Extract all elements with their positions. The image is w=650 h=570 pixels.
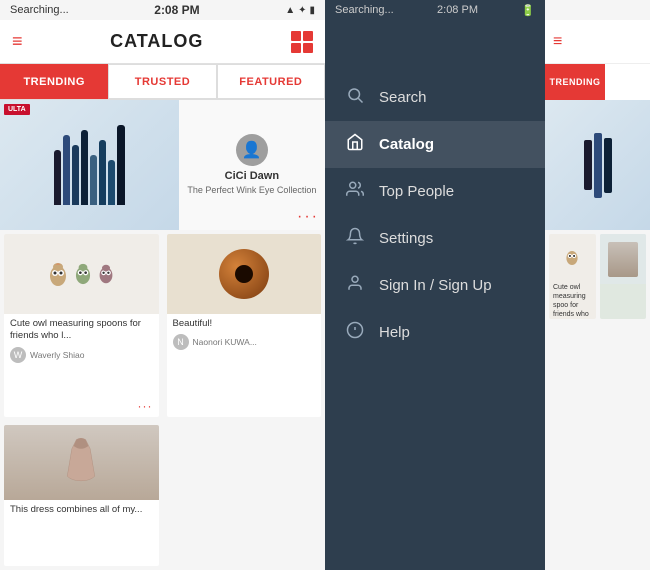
peek-banner	[545, 100, 650, 230]
product-title-speaker: Beautiful!	[173, 318, 316, 330]
bell-icon	[345, 227, 365, 250]
drawer-label-signin: Sign In / Sign Up	[379, 277, 492, 294]
product-card-owls[interactable]: Cute owl measuring spoons for friends wh…	[4, 234, 159, 417]
drawer-item-catalog[interactable]: Catalog	[325, 121, 545, 168]
drawer-item-help[interactable]: Help	[325, 309, 545, 356]
navigation-drawer: Searching... 2:08 PM 🔋 Search	[325, 0, 545, 570]
left-status-bar: Searching... 2:08 PM ▲ ✦ ▮	[0, 0, 325, 20]
drawer-label-settings: Settings	[379, 230, 433, 247]
drawer-label-top-people: Top People	[379, 183, 454, 200]
drawer-status-battery: 🔋	[521, 4, 535, 17]
peek-card-owls-text: Cute owl measuring spoo for friends who …	[549, 279, 596, 319]
peek-tab-bar: TRENDING	[545, 64, 650, 100]
drawer-item-settings[interactable]: Settings	[325, 215, 545, 262]
user-avatar-naonori: N	[173, 334, 189, 350]
drawer-status-time: 2:08 PM	[437, 4, 478, 16]
person-icon	[345, 274, 365, 297]
product-grid: Cute owl measuring spoons for friends wh…	[0, 230, 325, 570]
drawer-status-signal: Searching...	[335, 4, 394, 16]
owl-icon-2	[74, 263, 92, 285]
info-icon	[345, 321, 365, 344]
drawer-item-signin[interactable]: Sign In / Sign Up	[325, 262, 545, 309]
drawer-item-search[interactable]: Search	[325, 74, 545, 121]
peek-tab-label: TRENDING	[550, 77, 601, 87]
product-user-speaker: N Naonori KUWA...	[173, 334, 316, 354]
hamburger-icon[interactable]: ≡	[12, 31, 23, 52]
tab-bar: TRENDING TRUSTED FEATURED	[0, 64, 325, 100]
left-status-battery: ▲ ✦ ▮	[285, 5, 315, 16]
drawer-label-search: Search	[379, 89, 427, 106]
peek-card-owls: Cute owl measuring spoo for friends who …	[549, 234, 596, 319]
grid-view-icon[interactable]	[291, 31, 313, 53]
home-icon	[345, 133, 365, 156]
peek-tab-trending: TRENDING	[545, 64, 605, 100]
banner-avatar: 👤	[236, 134, 268, 166]
right-panel: Searching... 2:08 PM 🔋 Search	[325, 0, 650, 570]
product-info-dress: This dress combines all of my...	[4, 500, 159, 520]
app-peek-panel: ≡ TRENDING	[545, 0, 650, 570]
drawer-menu: Search Catalog	[325, 64, 545, 570]
product-image-dress	[4, 425, 159, 500]
left-status-time: 2:08 PM	[154, 3, 199, 17]
tab-trending[interactable]: TRENDING	[0, 64, 108, 99]
featured-banner: ULTA 👤 CiCi Dawn The Perfect Wink Eye Co…	[0, 100, 325, 230]
peek-status-bar	[545, 0, 650, 20]
product-card-dress[interactable]: This dress combines all of my...	[4, 425, 159, 566]
tab-featured[interactable]: FEATURED	[217, 64, 325, 99]
banner-more-dots[interactable]: ···	[297, 208, 319, 226]
bluetooth-icon: ✦	[298, 5, 306, 16]
owl-icon-1	[48, 262, 68, 287]
user-name-naonori: Naonori KUWA...	[193, 337, 257, 347]
left-app-header: ≡ CATALOG	[0, 20, 325, 64]
card-more-dots-1[interactable]: ···	[138, 399, 153, 413]
banner-user-name: CiCi Dawn	[225, 170, 279, 182]
peek-product-grid: Cute owl measuring spoo for friends who …	[545, 230, 650, 570]
tab-trusted[interactable]: TRUSTED	[108, 64, 216, 99]
peek-header: ≡	[545, 20, 650, 64]
product-card-speaker[interactable]: Beautiful! N Naonori KUWA...	[167, 234, 322, 417]
peek-owl-icon	[565, 248, 579, 266]
product-image-speaker	[167, 234, 322, 314]
user-name-waverly: Waverly Shiao	[30, 350, 84, 360]
product-info-owls: Cute owl measuring spoons for friends wh…	[4, 314, 159, 371]
left-status-signal: Searching...	[10, 4, 69, 16]
app-title: CATALOG	[110, 31, 203, 52]
drawer-item-top-people[interactable]: Top People	[325, 168, 545, 215]
peek-hamburger-icon: ≡	[553, 33, 562, 51]
product-title-owls: Cute owl measuring spoons for friends wh…	[10, 318, 153, 343]
drawer-label-help: Help	[379, 324, 410, 341]
search-icon	[345, 86, 365, 109]
drawer-label-catalog: Catalog	[379, 136, 434, 153]
product-user-owls: W Waverly Shiao	[10, 347, 153, 367]
banner-description: The Perfect Wink Eye Collection	[187, 185, 316, 197]
people-icon	[345, 180, 365, 203]
product-title-dress: This dress combines all of my...	[10, 504, 153, 516]
product-image-owls	[4, 234, 159, 314]
peek-card-2	[600, 234, 647, 319]
dress-illustration	[61, 435, 101, 490]
banner-image: ULTA	[0, 100, 179, 230]
owl-icon-3	[98, 264, 114, 284]
battery-icon: ▮	[309, 5, 315, 16]
left-panel: Searching... 2:08 PM ▲ ✦ ▮ ≡ CATALOG TRE…	[0, 0, 325, 570]
drawer-status-bar: Searching... 2:08 PM 🔋	[325, 0, 545, 20]
user-avatar-waverly: W	[10, 347, 26, 363]
wifi-icon: ▲	[285, 5, 295, 16]
product-info-speaker: Beautiful! N Naonori KUWA...	[167, 314, 322, 358]
